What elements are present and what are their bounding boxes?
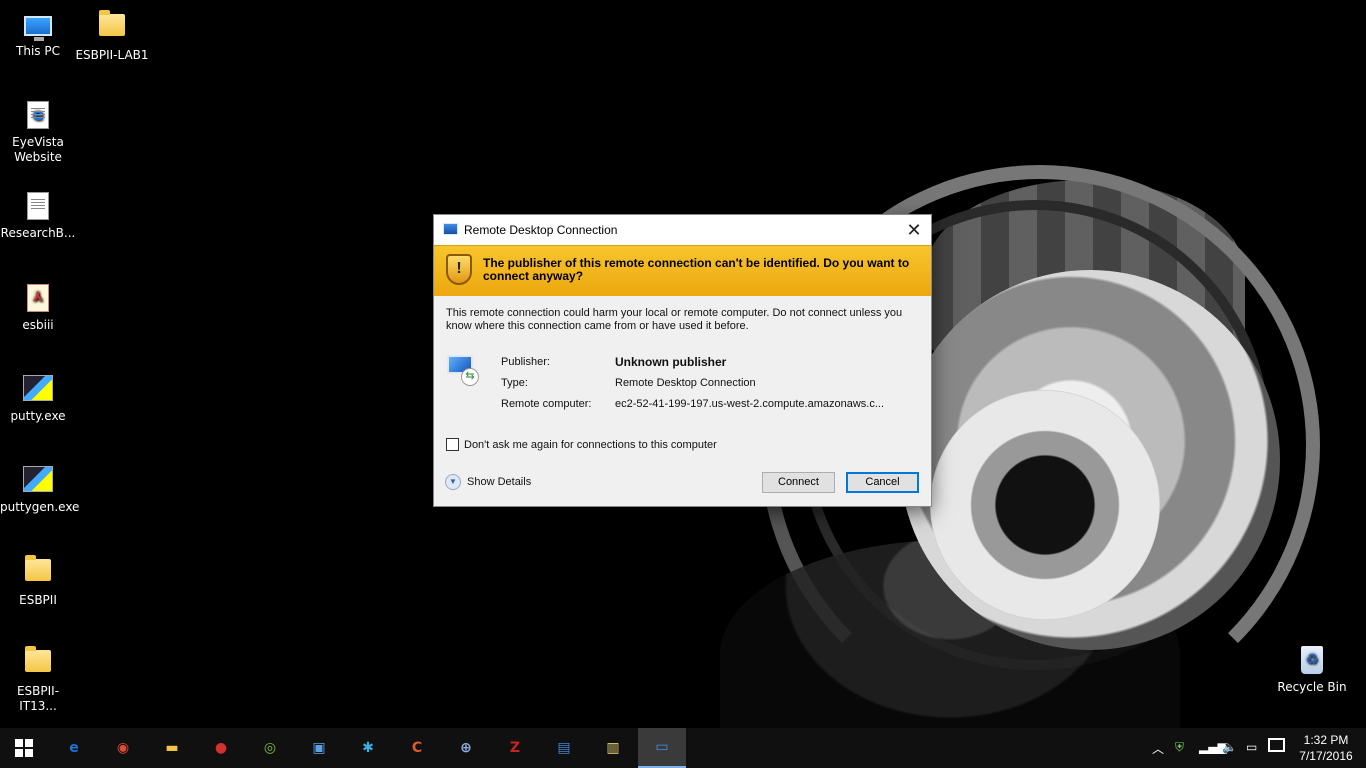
dont-ask-again-label: Don't ask me again for connections to th… xyxy=(464,438,717,451)
dialog-titlebar[interactable]: Remote Desktop Connection ✕ xyxy=(434,215,931,245)
filezilla-icon: Z xyxy=(509,740,521,756)
publisher-value: Unknown publisher xyxy=(615,355,727,369)
show-details-label: Show Details xyxy=(467,476,532,488)
taskbar-button-filezilla[interactable]: Z xyxy=(491,728,539,768)
desktop-icon-recycle-bin[interactable]: ♻ Recycle Bin xyxy=(1274,644,1350,695)
windows-logo-icon xyxy=(15,739,33,757)
close-button[interactable]: ✕ xyxy=(897,215,931,245)
square-app-icon: ▣ xyxy=(312,740,326,756)
desktop-icon-this-pc[interactable]: This PC xyxy=(0,8,76,59)
desktop-icon-researchb[interactable]: ResearchB... xyxy=(0,189,76,241)
putty-icon xyxy=(23,375,53,401)
ccleaner-icon: C xyxy=(411,740,423,756)
desktop-icon-eyevista-website[interactable]: e EyeVista Website xyxy=(0,98,76,165)
taskbar-button-file-explorer[interactable]: ▬ xyxy=(148,728,196,768)
type-value: Remote Desktop Connection xyxy=(615,377,756,389)
desktop-icon-label: ESBPII-LAB1 xyxy=(75,48,149,62)
battery-icon[interactable]: ▭ xyxy=(1246,740,1257,754)
taskbar-button-chrome[interactable]: ◉ xyxy=(99,728,147,768)
desktop-icon-putty[interactable]: putty.exe xyxy=(0,371,76,424)
taskbar-button-android-studio[interactable]: ◎ xyxy=(246,728,294,768)
taskbar-button-remote-desktop[interactable]: ▭ xyxy=(638,728,686,768)
folder-icon xyxy=(25,646,51,672)
puttygen-icon xyxy=(23,466,53,492)
warning-banner-message: The publisher of this remote connection … xyxy=(483,256,910,283)
taskbar-clock[interactable]: 1:32 PM 7/17/2016 xyxy=(1290,732,1362,764)
desktop-icon-label: This PC xyxy=(16,44,60,58)
warning-banner: ! The publisher of this remote connectio… xyxy=(434,245,931,296)
type-label: Type: xyxy=(501,377,528,389)
show-hidden-icons-chevron[interactable]: ︿ xyxy=(1152,740,1164,757)
windows-app-icon: ▤ xyxy=(557,740,571,756)
publisher-label: Publisher: xyxy=(501,356,550,368)
desktop-icon-puttygen[interactable]: puttygen.exe xyxy=(0,462,80,515)
taskbar-button-app-blue-gear[interactable]: ✱ xyxy=(344,728,392,768)
desktop-icon-label: ESBPII-IT13... xyxy=(16,684,60,713)
desktop-icon-label: EyeVista Website xyxy=(12,135,64,164)
pdf-icon: ⅄ xyxy=(27,284,49,312)
action-center-icon[interactable] xyxy=(1268,738,1285,752)
taskbar-button-app-square[interactable]: ▣ xyxy=(295,728,343,768)
taskbar-button-edge[interactable]: e xyxy=(50,728,98,768)
desktop-icon-label: puttygen.exe xyxy=(0,500,80,514)
chrome-icon: ◉ xyxy=(116,740,130,756)
taskbar-button-ccleaner[interactable]: C xyxy=(393,728,441,768)
desktop-icon-esbpii-lab1[interactable]: ESBPII-LAB1 xyxy=(74,8,150,63)
remote-computer-label: Remote computer: xyxy=(501,398,592,410)
folder-icon xyxy=(25,555,51,581)
show-details-toggle[interactable]: ▼ Show Details xyxy=(445,474,531,490)
remote-computer-value: ec2-52-41-199-197.us-west-2.compute.amaz… xyxy=(615,398,885,410)
chevron-down-icon: ▼ xyxy=(445,474,461,490)
clock-time: 1:32 PM xyxy=(1303,733,1349,747)
connect-button[interactable]: Connect xyxy=(762,472,835,493)
warning-shield-icon: ! xyxy=(446,254,472,285)
remote-desktop-large-icon: ⇆ xyxy=(447,355,479,386)
recycle-bin-icon: ♻ xyxy=(1301,646,1323,674)
headphone-driver-shape xyxy=(930,390,1160,620)
security-shield-icon[interactable]: ⛨ xyxy=(1175,740,1184,755)
red-disc-icon: ● xyxy=(214,740,228,756)
taskbar-button-network-app[interactable]: ⊕ xyxy=(442,728,490,768)
edge-shortcut-icon: e xyxy=(27,101,49,129)
taskbar: e ◉ ▬ ● ◎ ▣ ✱ C ⊕ Z ▤ ▥ ▭ ︿ ⛨ ▂▄▆ 🔈 ▭ 1:32 PM 7/17/2… xyxy=(0,728,1366,768)
desktop-icon-label: Recycle Bin xyxy=(1277,680,1347,694)
edge-icon: e xyxy=(69,740,79,756)
folder-window-icon: ▥ xyxy=(606,740,620,756)
computer-icon xyxy=(24,16,52,41)
network-globe-icon: ⊕ xyxy=(460,740,472,756)
desktop-icon-label: ESBPII xyxy=(19,593,57,607)
document-icon xyxy=(27,192,49,220)
warning-description: This remote connection could harm your l… xyxy=(446,307,903,332)
remote-desktop-icon xyxy=(443,223,458,235)
taskbar-button-folder-app[interactable]: ▥ xyxy=(589,728,637,768)
volume-icon[interactable]: 🔈 xyxy=(1222,740,1237,754)
checkbox-box[interactable] xyxy=(446,438,459,451)
desktop-icon-label: esbiii xyxy=(22,318,54,332)
remote-desktop-icon: ▭ xyxy=(655,739,669,755)
taskbar-button-app-windows[interactable]: ▤ xyxy=(540,728,588,768)
file-explorer-icon: ▬ xyxy=(165,740,179,756)
start-button[interactable] xyxy=(0,728,48,768)
android-studio-icon: ◎ xyxy=(263,740,277,756)
desktop-icon-esbpii[interactable]: ESBPII xyxy=(0,553,76,608)
desktop-icon-label: putty.exe xyxy=(10,409,66,423)
dont-ask-again-checkbox[interactable]: Don't ask me again for connections to th… xyxy=(446,438,717,451)
blue-gear-icon: ✱ xyxy=(362,740,374,756)
taskbar-button-app-red[interactable]: ● xyxy=(197,728,245,768)
desktop-icon-label: ResearchB... xyxy=(0,226,76,240)
desktop-icon-esbpii-it13[interactable]: ESBPII-IT13... xyxy=(0,644,76,714)
cancel-button[interactable]: Cancel xyxy=(846,472,919,493)
folder-icon xyxy=(99,10,125,36)
dialog-title: Remote Desktop Connection xyxy=(464,223,618,237)
desktop-icon-esbiii[interactable]: ⅄ esbiii xyxy=(0,281,76,333)
remote-desktop-warning-dialog: Remote Desktop Connection ✕ ! The publis… xyxy=(434,215,931,506)
clock-date: 7/17/2016 xyxy=(1299,749,1353,763)
